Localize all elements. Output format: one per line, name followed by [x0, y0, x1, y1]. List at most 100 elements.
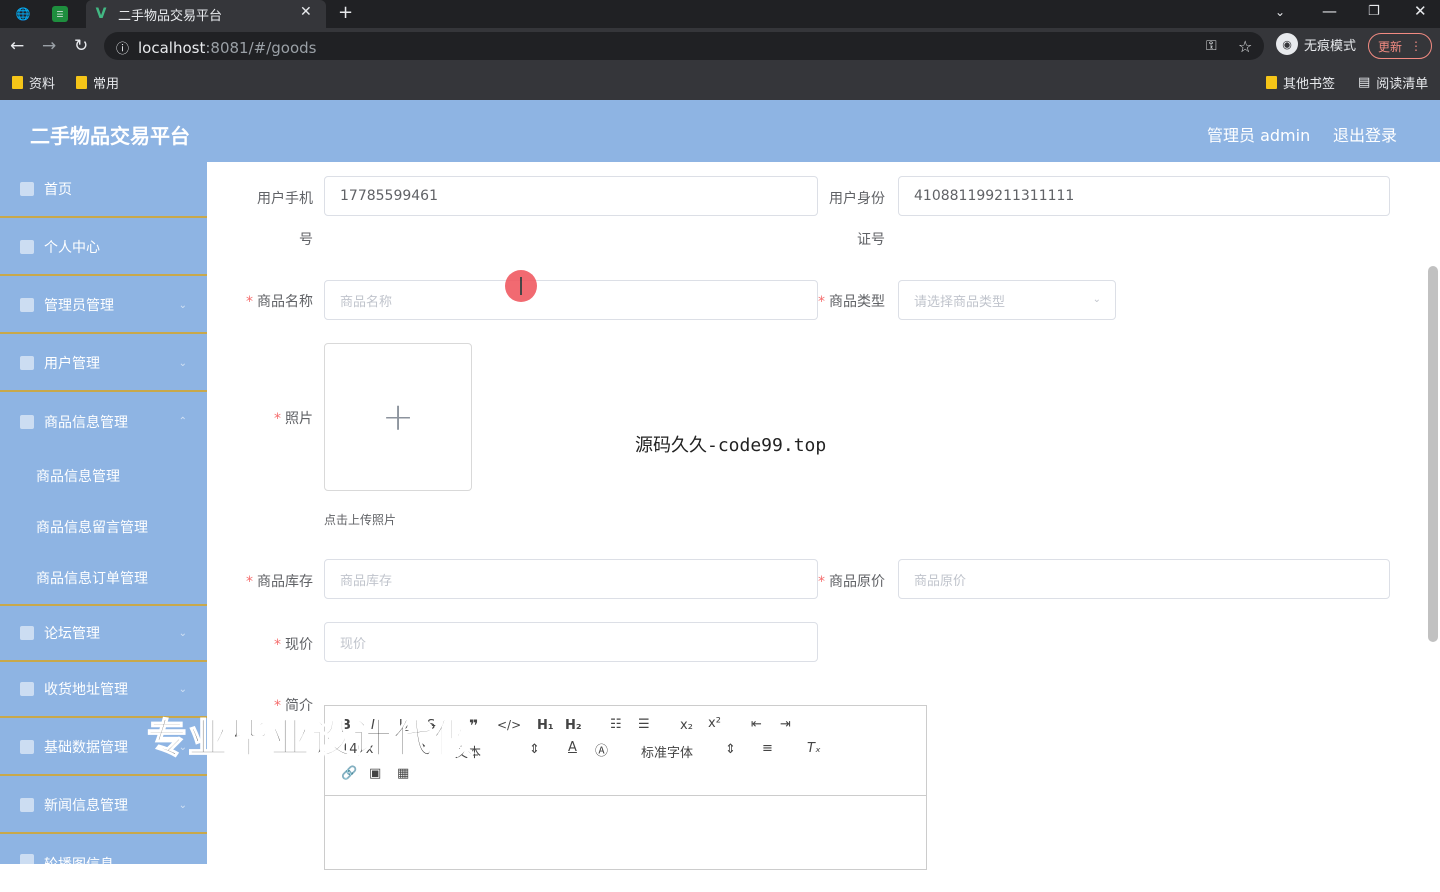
data-icon: [20, 740, 34, 754]
font-color-icon[interactable]: A: [568, 740, 577, 755]
url-host: localhost: [138, 39, 206, 57]
sidebar-item-label: 基础数据管理: [44, 740, 128, 756]
phone-label-wrap: 号: [299, 232, 313, 248]
info-icon[interactable]: ⓘ: [116, 38, 129, 57]
sidebar-item-home[interactable]: 首页: [0, 162, 207, 218]
bookmarks-bar: 资料 常用 其他书签 ▤ 阅读清单: [0, 64, 1440, 100]
forum-icon: [20, 626, 34, 640]
tab-search-icon[interactable]: ⌄: [1275, 5, 1285, 19]
stock-input[interactable]: 商品库存: [324, 559, 818, 599]
reading-list[interactable]: ▤ 阅读清单: [1358, 73, 1428, 92]
watermark-caption: 源码久久-code99.top: [635, 435, 827, 456]
sidebar-subitem-goods-comments[interactable]: 商品信息留言管理: [36, 517, 148, 537]
sidebar-subitem-goods[interactable]: 商品信息管理: [36, 466, 120, 486]
new-tab-icon[interactable]: +: [338, 2, 353, 23]
window-close-icon[interactable]: ✕: [1414, 2, 1427, 20]
goods-type-select[interactable]: 请选择商品类型 ⌄: [898, 280, 1116, 320]
update-label: 更新: [1377, 39, 1402, 54]
admin-label: 管理员 admin: [1207, 126, 1311, 145]
goods-type-label-text: 商品类型: [829, 294, 885, 310]
forward-icon[interactable]: →: [42, 36, 56, 56]
link-icon[interactable]: 🔗: [341, 766, 357, 781]
bullet-list-icon[interactable]: ☰: [638, 717, 650, 732]
photo-label: * 照片: [247, 408, 313, 428]
back-icon[interactable]: ←: [10, 36, 24, 56]
sidebar-item-goods[interactable]: 商品信息管理 ⌃: [0, 394, 207, 450]
users-icon: [20, 356, 34, 370]
minimize-icon[interactable]: —: [1322, 2, 1337, 20]
sidebar-item-forum[interactable]: 论坛管理 ⌄: [0, 604, 207, 662]
font-family-select[interactable]: 标准字体: [641, 742, 693, 761]
indent-icon[interactable]: ⇥: [780, 717, 791, 732]
photo-label-text: 照片: [285, 411, 313, 427]
reading-list-icon: ▤: [1358, 75, 1371, 90]
folder-icon: [1266, 76, 1277, 89]
original-price-input[interactable]: 商品原价: [898, 559, 1390, 599]
id-card-field[interactable]: 410881199211311111: [898, 176, 1390, 216]
page-scrollbar[interactable]: [1428, 266, 1438, 642]
url-text[interactable]: localhost:8081/#/goods: [138, 39, 316, 57]
sidebar-item-carousel[interactable]: 轮播图信息: [0, 836, 207, 892]
menu-dots-icon: ⋮: [1410, 39, 1422, 53]
heading-2-icon[interactable]: H₂: [565, 718, 582, 733]
photo-upload[interactable]: +: [324, 343, 472, 491]
video-icon[interactable]: ▦: [397, 766, 409, 781]
browser-toolbar: ← → ↻ ⓘ localhost:8081/#/goods ⚿ ☆ ◉ 无痕模…: [0, 28, 1440, 64]
price-label: * 现价: [247, 634, 313, 654]
incognito-icon: ◉: [1276, 33, 1298, 55]
required-mark: *: [274, 637, 281, 653]
news-icon: [20, 798, 34, 812]
superscript-icon[interactable]: x²: [708, 716, 721, 731]
bookmark-label: 常用: [93, 77, 120, 92]
url-path: :8081/#/goods: [205, 39, 317, 57]
update-button[interactable]: 更新 ⋮: [1368, 33, 1432, 59]
subscript-icon[interactable]: x₂: [680, 718, 693, 733]
required-mark: *: [274, 411, 281, 427]
bookmark-folder[interactable]: 常用: [76, 73, 119, 92]
image-icon[interactable]: ▣: [369, 766, 381, 781]
sidebar-item-label: 轮播图信息: [44, 857, 114, 873]
required-mark: *: [246, 574, 253, 590]
sidebar-item-label: 个人中心: [44, 240, 100, 256]
clear-format-icon[interactable]: Tₓ: [807, 741, 821, 756]
code-icon[interactable]: </>: [497, 718, 521, 732]
logout-link[interactable]: 退出登录: [1333, 122, 1397, 146]
background-color-icon[interactable]: Ⓐ: [595, 740, 608, 759]
key-icon[interactable]: ⚿: [1206, 38, 1217, 54]
sidebar-item-users[interactable]: 用户管理 ⌄: [0, 336, 207, 392]
sidebar-item-label: 用户管理: [44, 356, 100, 372]
required-mark: *: [818, 294, 825, 310]
incognito-indicator[interactable]: ◉ 无痕模式: [1276, 33, 1356, 55]
upload-hint: 点击上传照片: [324, 513, 397, 527]
restore-icon[interactable]: ❐: [1368, 4, 1380, 19]
promo-banner: 专业毕业设计代做: [146, 715, 475, 763]
price-input[interactable]: 现价: [324, 622, 818, 662]
ordered-list-icon[interactable]: ☷: [610, 717, 622, 732]
user-icon: [20, 240, 34, 254]
sidebar-item-news[interactable]: 新闻信息管理 ⌄: [0, 778, 207, 834]
bookmark-folder[interactable]: 资料: [12, 73, 55, 92]
sidebar-item-admin[interactable]: 管理员管理 ⌄: [0, 278, 207, 334]
tab-close-icon[interactable]: ✕: [300, 4, 312, 20]
folder-icon: [76, 76, 87, 89]
id-card-label-wrap: 证号: [857, 232, 885, 248]
chevron-down-icon: ⌄: [1092, 294, 1101, 305]
heading-1-icon[interactable]: H₁: [537, 718, 554, 733]
required-mark: *: [246, 294, 253, 310]
sidebar-subitem-goods-orders[interactable]: 商品信息订单管理: [36, 568, 148, 588]
other-bookmarks[interactable]: 其他书签: [1266, 73, 1335, 92]
sidebar-item-profile[interactable]: 个人中心: [0, 220, 207, 276]
sheet-tab-icon[interactable]: ☰: [52, 6, 68, 22]
align-icon[interactable]: ≡: [762, 741, 773, 756]
star-icon[interactable]: ☆: [1238, 37, 1252, 56]
goods-name-label-text: 商品名称: [257, 294, 313, 310]
reload-icon[interactable]: ↻: [74, 36, 88, 56]
goods-name-placeholder: 商品名称: [340, 294, 393, 310]
outdent-icon[interactable]: ⇤: [751, 717, 762, 732]
sidebar-item-label: 商品信息管理: [44, 415, 128, 431]
chevron-down-icon: ⌄: [178, 684, 187, 695]
goods-name-input[interactable]: 商品名称: [324, 280, 818, 320]
home-icon: [20, 182, 34, 196]
phone-field[interactable]: 17785599461: [324, 176, 818, 216]
id-card-label: 用户身份: [829, 191, 885, 207]
